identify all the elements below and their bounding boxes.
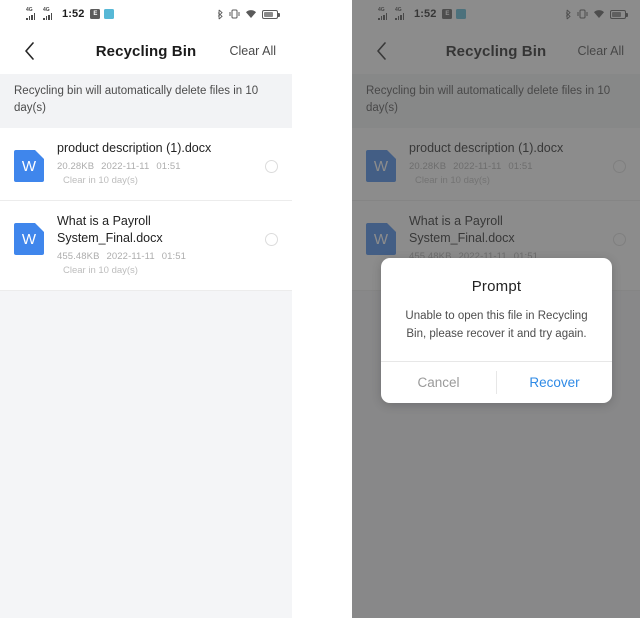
auto-delete-notice: Recycling bin will automatically delete … <box>0 74 292 128</box>
screenshot-stage: 4G 4G 1:52 E Recycling Bin Clear All Rec… <box>0 0 640 618</box>
file-name: What is a Payroll System_Final.docx <box>57 214 163 245</box>
file-details: 20.28KB 2022-11-11 01:51 <box>57 160 257 174</box>
status-bar-right <box>564 9 628 20</box>
list-item[interactable]: W What is a Payroll System_Final.docx 45… <box>0 201 292 291</box>
word-icon-letter: W <box>373 157 389 175</box>
signal-4g-icon-2: 4G <box>395 6 408 20</box>
status-bar-clock: 1:52 <box>62 8 85 20</box>
word-document-icon: W <box>366 223 396 255</box>
file-size: 20.28KB <box>57 161 95 172</box>
word-document-icon: W <box>14 150 44 182</box>
phone-screen-left: 4G 4G 1:52 E Recycling Bin Clear All Rec… <box>0 0 292 618</box>
vibrate-icon <box>577 9 588 19</box>
file-select-radio[interactable] <box>613 160 626 173</box>
word-icon-letter: W <box>373 230 389 248</box>
file-date: 2022-11-11 <box>101 161 150 172</box>
file-select-radio[interactable] <box>613 233 626 246</box>
file-details: 455.48KB 2022-11-11 01:51 <box>57 250 257 264</box>
file-size: 20.28KB <box>409 161 447 172</box>
status-bar: 4G 4G 1:52 E <box>0 0 292 28</box>
file-name: What is a Payroll System_Final.docx <box>409 214 515 245</box>
status-bar: 4G 4G 1:52 E <box>352 0 640 28</box>
signal-4g-label-2: 4G <box>43 6 50 13</box>
file-time: 01:51 <box>508 161 533 172</box>
status-bar-left: 4G 4G 1:52 E <box>26 6 115 20</box>
file-name: product description (1).docx <box>409 141 564 155</box>
clear-all-button[interactable]: Clear All <box>229 44 276 58</box>
file-list: W product description (1).docx 20.28KB 20… <box>0 128 292 291</box>
bluetooth-icon <box>217 9 223 19</box>
file-select-radio[interactable] <box>265 160 278 173</box>
app-badge-icon-2 <box>456 9 467 19</box>
chevron-left-icon <box>24 42 34 60</box>
file-clear-countdown: Clear in 10 day(s) <box>63 175 138 186</box>
phone-body: Recycling bin will automatically delete … <box>0 74 292 618</box>
clear-all-button[interactable]: Clear All <box>577 44 624 58</box>
file-date: 2022-11-11 <box>106 251 155 262</box>
word-icon-letter: W <box>21 157 37 175</box>
dialog-actions: Cancel Recover <box>381 361 612 403</box>
list-item[interactable]: W product description (1).docx 20.28KB 20… <box>352 128 640 201</box>
word-icon-letter: W <box>21 230 37 248</box>
file-info: product description (1).docx 20.28KB 2022… <box>44 140 265 188</box>
status-bar-left: 4G 4G 1:52 E <box>378 6 467 20</box>
signal-4g-label-2: 4G <box>395 6 402 13</box>
signal-4g-icon-2: 4G <box>43 6 56 20</box>
word-document-icon: W <box>14 223 44 255</box>
status-bar-clock: 1:52 <box>414 8 437 20</box>
file-time: 01:51 <box>156 161 181 172</box>
status-bar-right <box>216 9 280 20</box>
empty-list-area <box>0 291 292 618</box>
signal-4g-icon-1: 4G <box>26 6 39 20</box>
cancel-button[interactable]: Cancel <box>381 362 496 403</box>
prompt-dialog: Prompt Unable to open this file in Recyc… <box>381 258 612 403</box>
file-clear-countdown: Clear in 10 day(s) <box>63 265 138 276</box>
file-details: 20.28KB 2022-11-11 01:51 <box>409 160 605 174</box>
app-badge-icon-2 <box>104 9 115 19</box>
app-bar: Recycling Bin Clear All <box>352 28 640 74</box>
file-info: What is a Payroll System_Final.docx 455.… <box>44 213 265 278</box>
dialog-title: Prompt <box>471 278 522 295</box>
file-name: product description (1).docx <box>57 141 212 155</box>
dialog-message: Unable to open this file in Recycling Bi… <box>405 310 588 340</box>
chevron-left-icon <box>376 42 386 60</box>
back-button[interactable] <box>16 38 42 64</box>
file-time: 01:51 <box>161 251 186 262</box>
file-size: 455.48KB <box>57 251 100 262</box>
auto-delete-notice: Recycling bin will automatically delete … <box>352 74 640 128</box>
signal-4g-icon-1: 4G <box>378 6 391 20</box>
file-select-radio[interactable] <box>265 233 278 246</box>
signal-4g-label-1: 4G <box>26 6 33 13</box>
recover-button[interactable]: Recover <box>497 362 612 403</box>
phone-screen-right: 4G 4G 1:52 E Recycling Bin Clear All Rec… <box>352 0 640 618</box>
file-clear-countdown: Clear in 10 day(s) <box>415 175 490 186</box>
battery-icon <box>262 9 280 19</box>
bluetooth-icon <box>565 9 571 19</box>
app-bar: Recycling Bin Clear All <box>0 28 292 74</box>
app-badge-icon-1: E <box>90 9 101 19</box>
battery-icon <box>610 9 628 19</box>
word-document-icon: W <box>366 150 396 182</box>
back-button[interactable] <box>368 38 394 64</box>
wifi-icon <box>594 10 604 18</box>
list-item[interactable]: W product description (1).docx 20.28KB 20… <box>0 128 292 201</box>
file-date: 2022-11-11 <box>453 161 502 172</box>
vibrate-icon <box>229 9 240 19</box>
signal-4g-label-1: 4G <box>378 6 385 13</box>
file-info: product description (1).docx 20.28KB 2022… <box>396 140 613 188</box>
app-badge-icon-1: E <box>442 9 453 19</box>
wifi-icon <box>246 10 256 18</box>
